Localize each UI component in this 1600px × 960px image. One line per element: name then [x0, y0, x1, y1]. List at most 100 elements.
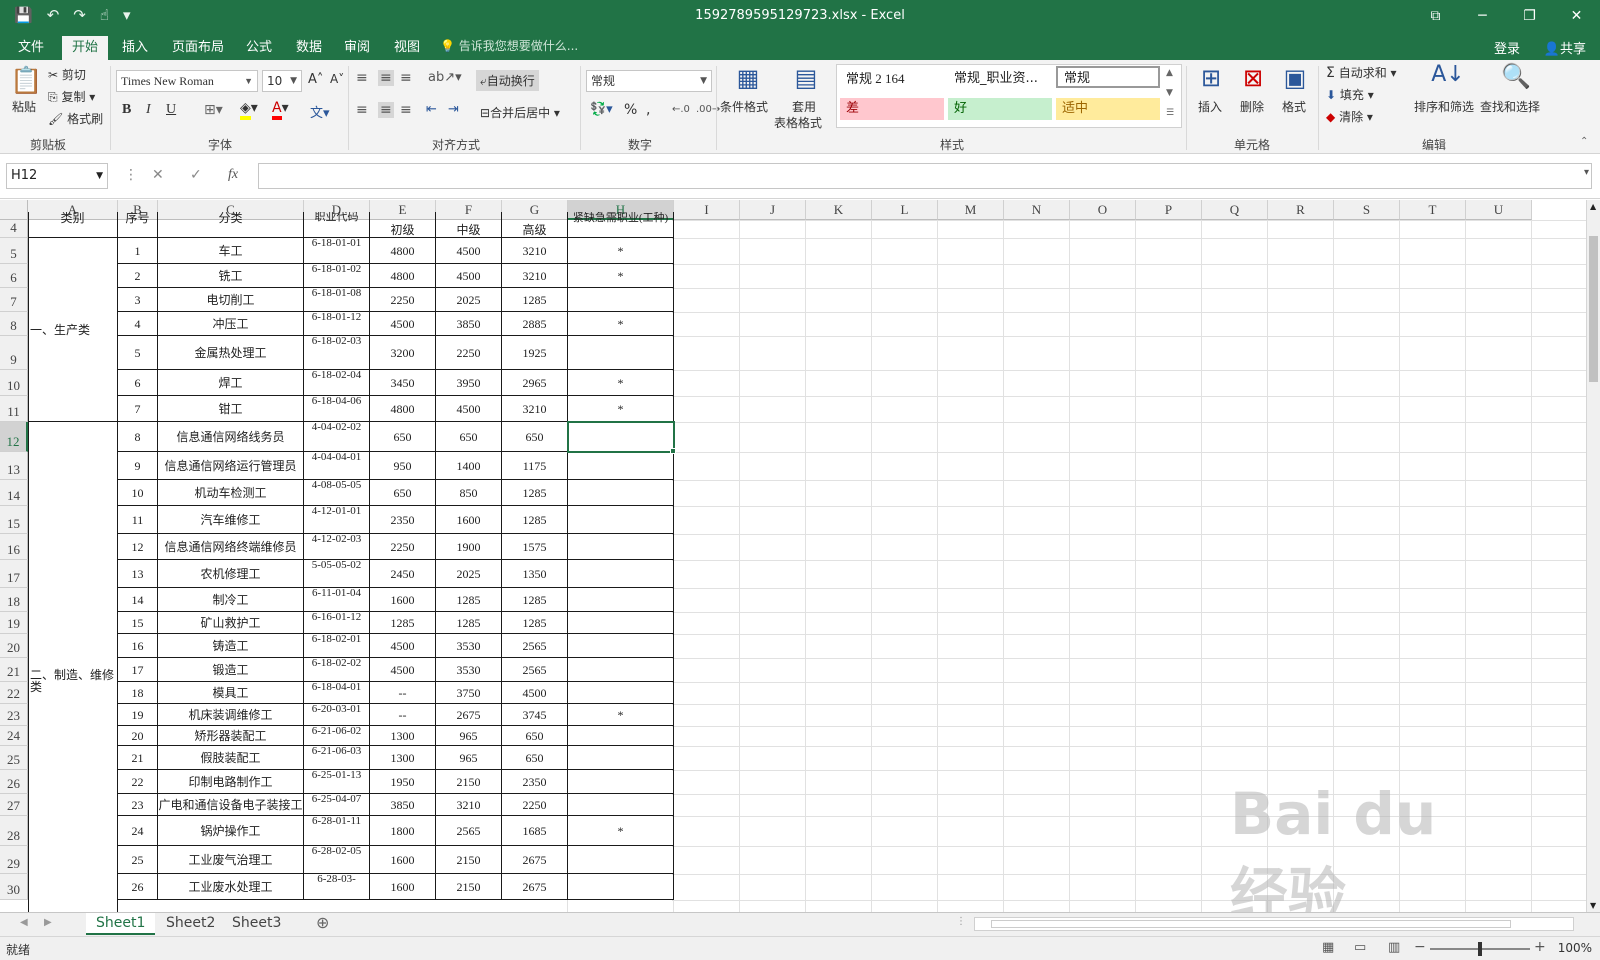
copy-button[interactable]: ⎘ 复制 ▾ — [48, 88, 95, 105]
cell-g26[interactable]: 2350 — [502, 770, 568, 794]
select-all-corner[interactable] — [0, 200, 28, 220]
column-header-n[interactable]: N — [1004, 200, 1070, 220]
cell-d29[interactable]: 6-28-02-05 — [304, 846, 370, 874]
align-left-icon[interactable]: ≡ — [356, 102, 368, 118]
header-cell-f[interactable]: 中级 — [436, 212, 502, 238]
cell-h9[interactable] — [568, 336, 674, 370]
expand-formula-bar-icon[interactable]: ▾ — [1584, 167, 1589, 178]
column-header-u[interactable]: U — [1466, 200, 1532, 220]
login-link[interactable]: 登录 — [1494, 38, 1520, 57]
row-header-15[interactable]: 15 — [0, 506, 28, 534]
cell-c24[interactable]: 矫形器装配工 — [158, 726, 304, 746]
cell-c28[interactable]: 锅炉操作工 — [158, 816, 304, 846]
shrink-font-icon[interactable]: A˅ — [330, 72, 344, 86]
cell-b19[interactable]: 15 — [118, 612, 158, 634]
cell-g5[interactable]: 3210 — [502, 238, 568, 264]
scroll-up-icon[interactable]: ▲ — [1590, 202, 1596, 211]
fill-color-icon[interactable]: ◈▾ — [240, 100, 258, 120]
row-header-28[interactable]: 28 — [0, 816, 28, 846]
cell-h23[interactable]: * — [568, 704, 674, 726]
cell-h18[interactable] — [568, 588, 674, 612]
cell-g13[interactable]: 1175 — [502, 452, 568, 480]
cell-e9[interactable]: 3200 — [370, 336, 436, 370]
row-header-26[interactable]: 26 — [0, 770, 28, 794]
sheet-tab-1[interactable]: Sheet1 — [86, 913, 156, 935]
cell-d12[interactable]: 4-04-02-02 — [304, 422, 370, 452]
cell-f18[interactable]: 1285 — [436, 588, 502, 612]
conditional-format-button[interactable]: 条件格式 — [720, 98, 768, 115]
cell-d13[interactable]: 4-04-04-01 — [304, 452, 370, 480]
cut-button[interactable]: ✂ 剪切 — [48, 66, 86, 83]
cell-h17[interactable] — [568, 560, 674, 588]
cell-b9[interactable]: 5 — [118, 336, 158, 370]
border-icon[interactable]: ⊞▾ — [204, 102, 223, 118]
cell-b17[interactable]: 13 — [118, 560, 158, 588]
sort-filter-button[interactable]: 排序和筛选 — [1414, 98, 1474, 115]
formula-input[interactable] — [258, 163, 1592, 189]
tab-formulas[interactable]: 公式 — [236, 36, 282, 60]
cell-b5[interactable]: 1 — [118, 238, 158, 264]
cell-d10[interactable]: 6-18-02-04 — [304, 370, 370, 396]
font-color-icon[interactable]: A▾ — [272, 100, 289, 120]
cell-d20[interactable]: 6-18-02-01 — [304, 634, 370, 658]
cell-b11[interactable]: 7 — [118, 396, 158, 422]
cell-e13[interactable]: 950 — [370, 452, 436, 480]
cell-g10[interactable]: 2965 — [502, 370, 568, 396]
cell-d9[interactable]: 6-18-02-03 — [304, 336, 370, 370]
column-header-l[interactable]: L — [872, 200, 938, 220]
cell-c16[interactable]: 信息通信网络终端维修员 — [158, 534, 304, 560]
cell-f12[interactable]: 650 — [436, 422, 502, 452]
cell-e24[interactable]: 1300 — [370, 726, 436, 746]
column-header-q[interactable]: Q — [1202, 200, 1268, 220]
cell-f8[interactable]: 3850 — [436, 312, 502, 336]
cell-e22[interactable]: -- — [370, 682, 436, 704]
cell-b16[interactable]: 12 — [118, 534, 158, 560]
cell-h7[interactable] — [568, 288, 674, 312]
cell-d8[interactable]: 6-18-01-12 — [304, 312, 370, 336]
header-cell-h[interactable]: 紧缺急需职业(工种) — [568, 212, 674, 238]
horizontal-scroll-thumb[interactable] — [991, 920, 1511, 928]
cell-b30[interactable]: 26 — [118, 874, 158, 900]
zoom-slider-knob[interactable] — [1478, 942, 1482, 956]
column-header-p[interactable]: P — [1136, 200, 1202, 220]
cell-d26[interactable]: 6-25-01-13 — [304, 770, 370, 794]
cell-c12[interactable]: 信息通信网络线务员 — [158, 422, 304, 452]
close-icon[interactable]: ✕ — [1553, 0, 1600, 32]
header-cell-d[interactable]: 职业代码 — [304, 212, 370, 238]
tab-view[interactable]: 视图 — [384, 36, 430, 60]
header-cell-e[interactable]: 初级 — [370, 212, 436, 238]
align-bottom-icon[interactable]: ≡ — [400, 70, 412, 86]
cell-c10[interactable]: 焊工 — [158, 370, 304, 396]
align-center-icon[interactable]: ≡ — [378, 102, 394, 118]
format-as-table-button[interactable]: 套用 — [792, 98, 816, 115]
tab-home[interactable]: 开始 — [62, 36, 109, 60]
cell-h24[interactable] — [568, 726, 674, 746]
name-box[interactable]: H12 ▼ — [6, 163, 108, 189]
cell-f6[interactable]: 4500 — [436, 264, 502, 288]
wrap-text-button[interactable]: ⤶自动换行 — [476, 70, 539, 91]
cell-h14[interactable] — [568, 480, 674, 506]
conditional-format-icon[interactable]: ▦ — [730, 64, 766, 92]
row-header-16[interactable]: 16 — [0, 534, 28, 560]
cell-f11[interactable]: 4500 — [436, 396, 502, 422]
column-header-s[interactable]: S — [1334, 200, 1400, 220]
header-cell-c[interactable]: 分类 — [158, 212, 304, 238]
cell-b14[interactable]: 10 — [118, 480, 158, 506]
clear-button[interactable]: ◆ 清除 ▾ — [1326, 108, 1373, 125]
horizontal-scrollbar[interactable] — [974, 917, 1574, 931]
row-header-23[interactable]: 23 — [0, 704, 28, 726]
cell-e10[interactable]: 3450 — [370, 370, 436, 396]
scroll-down-icon[interactable]: ▼ — [1590, 901, 1596, 910]
row-header-13[interactable]: 13 — [0, 452, 28, 480]
cell-b18[interactable]: 14 — [118, 588, 158, 612]
cell-c8[interactable]: 冲压工 — [158, 312, 304, 336]
italic-button[interactable]: I — [146, 102, 151, 118]
cell-c11[interactable]: 钳工 — [158, 396, 304, 422]
cell-d14[interactable]: 4-08-05-05 — [304, 480, 370, 506]
header-cell-a[interactable]: 类别 — [28, 212, 118, 238]
row-header-19[interactable]: 19 — [0, 612, 28, 634]
row-header-25[interactable]: 25 — [0, 746, 28, 770]
cell-g8[interactable]: 2885 — [502, 312, 568, 336]
cell-g17[interactable]: 1350 — [502, 560, 568, 588]
cell-e21[interactable]: 4500 — [370, 658, 436, 682]
